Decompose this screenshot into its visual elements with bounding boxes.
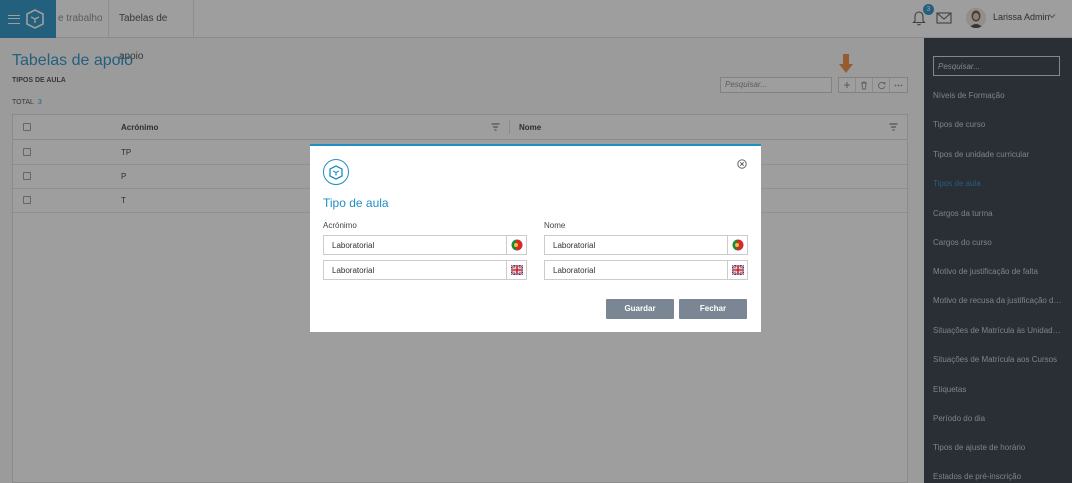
language-pt-toggle[interactable] <box>506 236 526 254</box>
language-en-toggle[interactable] <box>727 261 747 279</box>
nome-label: Nome <box>544 221 566 230</box>
modal-title: Tipo de aula <box>323 196 389 210</box>
portugal-flag-icon <box>511 239 522 251</box>
close-button[interactable]: Fechar <box>679 299 747 319</box>
language-en-toggle[interactable] <box>506 261 526 279</box>
close-circle-icon[interactable] <box>737 159 747 169</box>
nome-pt-input[interactable] <box>545 236 728 254</box>
app-logo-icon <box>329 164 343 180</box>
acronimo-label: Acrónimo <box>323 221 357 230</box>
nome-en-field <box>544 260 748 280</box>
acronimo-en-input[interactable] <box>324 261 507 279</box>
modal-logo <box>323 159 349 185</box>
nome-en-input[interactable] <box>545 261 728 279</box>
nome-pt-field <box>544 235 748 255</box>
save-button[interactable]: Guardar <box>606 299 674 319</box>
language-pt-toggle[interactable] <box>727 236 747 254</box>
uk-flag-icon <box>731 265 744 275</box>
acronimo-pt-field <box>323 235 527 255</box>
acronimo-pt-input[interactable] <box>324 236 507 254</box>
acronimo-en-field <box>323 260 527 280</box>
portugal-flag-icon <box>732 239 743 251</box>
uk-flag-icon <box>510 265 523 275</box>
modal-dialog: Tipo de aula Acrónimo Nome Laboratorial … <box>310 144 761 332</box>
